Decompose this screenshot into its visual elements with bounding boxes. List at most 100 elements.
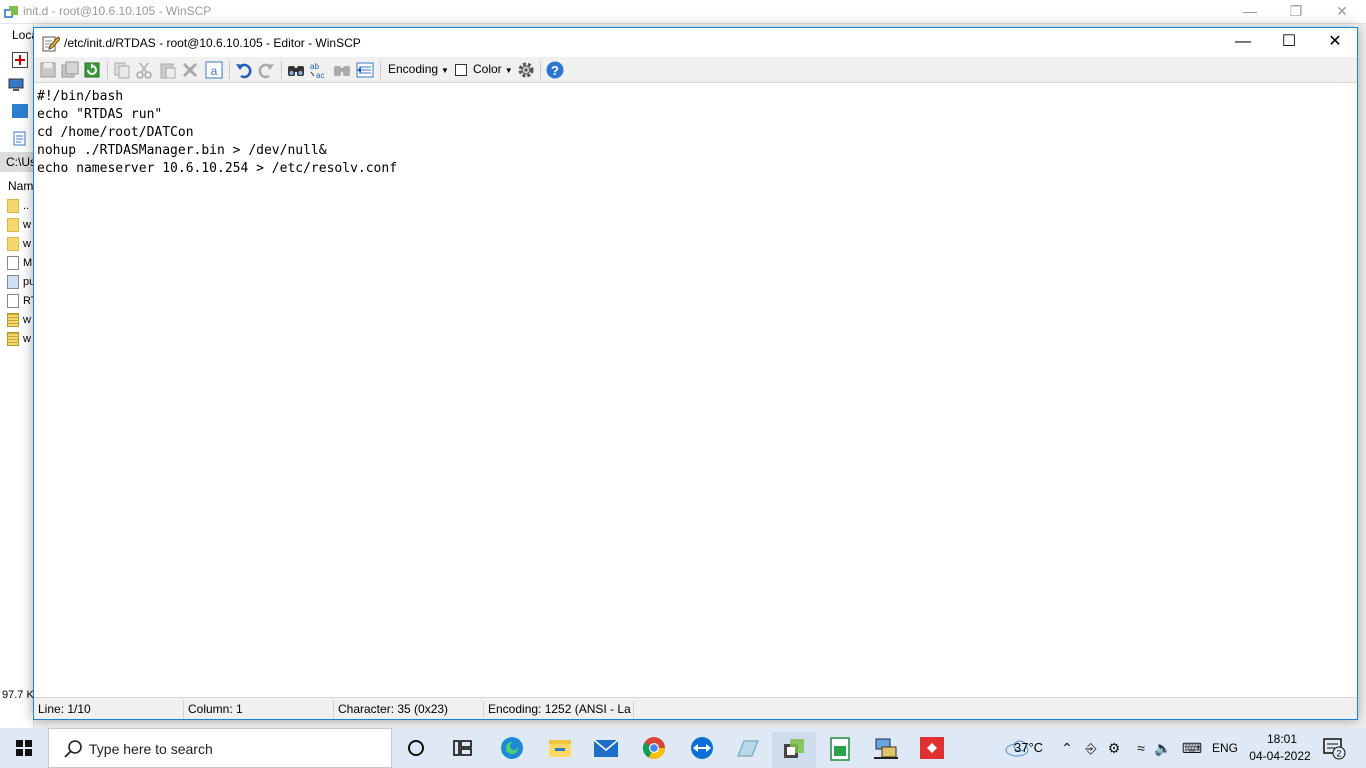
zip-icon [7,313,19,327]
background-minimize-button[interactable]: — [1227,2,1273,22]
find-icon[interactable] [286,60,306,80]
list-item[interactable]: w [7,332,34,350]
minimize-button[interactable]: — [1220,28,1266,57]
local-size-status: 97.7 K [2,689,34,701]
list-item[interactable]: M [7,256,34,274]
maximize-button[interactable]: ☐ [1266,28,1312,57]
svg-text:ac: ac [316,71,324,80]
list-item[interactable]: w [7,313,34,331]
svg-text:ab: ab [310,62,319,71]
replace-icon[interactable]: abac [308,60,328,80]
cortana-icon[interactable] [394,732,438,768]
editor-toolbar: a ab ac Encoding ▼ Color ▼ ? [34,57,1357,83]
select-all-icon[interactable]: a [204,60,224,80]
winscp-taskbar-icon[interactable] [772,732,816,768]
cut-icon[interactable] [134,60,154,80]
task-view-icon[interactable] [440,732,484,768]
background-close-button[interactable]: ✕ [1319,2,1365,22]
computer-icon [8,78,24,91]
copy-icon[interactable] [112,60,132,80]
chevron-down-icon: ▼ [441,66,449,75]
clock-time[interactable]: 18:01 [1252,732,1312,746]
keyboard-icon[interactable]: ⌨ [1180,740,1204,758]
delete-icon[interactable] [180,60,200,80]
toolbar-separator [380,61,381,79]
background-bottom-edge [34,719,1366,728]
undo-icon[interactable] [234,60,254,80]
key-file-icon [7,275,19,289]
taskbar: Type here to search 37°C ⌃ ⎆ ⚙ ≈ 🔈 ⌨ ENG… [0,728,1366,768]
svg-text:a: a [211,64,218,78]
color-checkbox[interactable] [455,64,467,76]
list-item[interactable]: pu [7,275,34,293]
redo-icon[interactable] [256,60,276,80]
status-line: Line: 1/10 [34,701,184,718]
notification-center-icon[interactable]: 2 [1322,736,1346,760]
remote-app-icon[interactable] [910,732,954,768]
edit-file-icon [42,36,60,52]
go-to-line-icon[interactable] [355,60,375,80]
edge-browser-icon[interactable] [490,732,534,768]
name-column-header[interactable]: Nam [0,176,34,196]
windows-start-icon[interactable] [0,728,48,768]
toolbar-separator [281,61,282,79]
chevron-up-icon[interactable]: ⌃ [1058,740,1076,758]
taskbar-search-box[interactable]: Type here to search [48,728,392,768]
gear-icon[interactable] [516,60,536,80]
background-restore-button[interactable]: ❐ [1273,2,1319,22]
paste-icon[interactable] [158,60,178,80]
find-next-icon[interactable] [332,60,352,80]
editor-titlebar[interactable]: /etc/init.d/RTDAS - root@10.6.10.105 - E… [34,28,1357,57]
desktop-icon [12,104,28,118]
color-dropdown[interactable]: Color ▼ [473,62,513,76]
local-path[interactable]: C:\Us [0,152,34,172]
sync-icon[interactable] [12,52,28,68]
list-item[interactable]: .. [7,199,34,217]
folder-icon [7,237,19,251]
document-icon [7,294,19,308]
encoding-dropdown[interactable]: Encoding ▼ [388,62,449,76]
reload-icon[interactable] [82,60,102,80]
editor-text-area[interactable]: #!/bin/bash echo "RTDAS run" cd /home/ro… [34,84,1357,696]
language-indicator[interactable]: ENG [1212,741,1238,755]
toolbar-separator [540,61,541,79]
tray-app-icon[interactable]: ⚙ [1105,740,1123,758]
save-icon[interactable] [38,60,58,80]
spreadsheet-icon[interactable] [818,732,862,768]
code-line: echo "RTDAS run" [37,107,163,122]
list-item[interactable]: w [7,218,34,236]
chevron-down-icon: ▼ [504,66,513,75]
list-item[interactable]: w [7,237,34,255]
save-all-icon[interactable] [60,60,80,80]
status-character: Character: 35 (0x23) [334,701,484,718]
list-item[interactable]: RT [7,294,34,312]
chrome-icon[interactable] [632,732,676,768]
network-tool-icon[interactable] [864,732,908,768]
editor-status-bar: Line: 1/10 Column: 1 Character: 35 (0x23… [34,697,1357,719]
code-line: cd /home/root/DATCon [37,125,194,140]
zip-icon [7,332,19,346]
winscp-app-icon [4,6,18,18]
network-drive-icon[interactable]: ⎆ [1082,740,1100,758]
file-explorer-icon[interactable] [538,732,582,768]
search-placeholder: Type here to search [89,741,213,757]
close-button[interactable]: ✕ [1312,28,1358,57]
clock-date[interactable]: 04-04-2022 [1242,749,1318,763]
wifi-icon[interactable]: ≈ [1132,740,1150,758]
background-titlebar[interactable]: init.d - root@10.6.10.105 - WinSCP — ❐ ✕ [0,0,1366,24]
teamviewer-icon[interactable] [680,732,724,768]
toolbar-separator [229,61,230,79]
svg-text:?: ? [551,63,559,78]
notification-count: 2 [1336,749,1341,759]
mail-icon[interactable] [584,732,628,768]
code-line: #!/bin/bash [37,89,124,104]
notes-app-icon[interactable] [726,732,770,768]
weather-temperature[interactable]: 37°C [1014,740,1043,755]
volume-icon[interactable]: 🔈 [1154,740,1172,758]
search-icon [64,740,82,758]
properties-icon[interactable] [12,130,28,146]
code-line: echo nameserver 10.6.10.254 > /etc/resol… [37,161,398,176]
editor-window: /etc/init.d/RTDAS - root@10.6.10.105 - E… [33,27,1358,720]
toolbar-separator [107,61,108,79]
help-icon[interactable]: ? [545,60,565,80]
